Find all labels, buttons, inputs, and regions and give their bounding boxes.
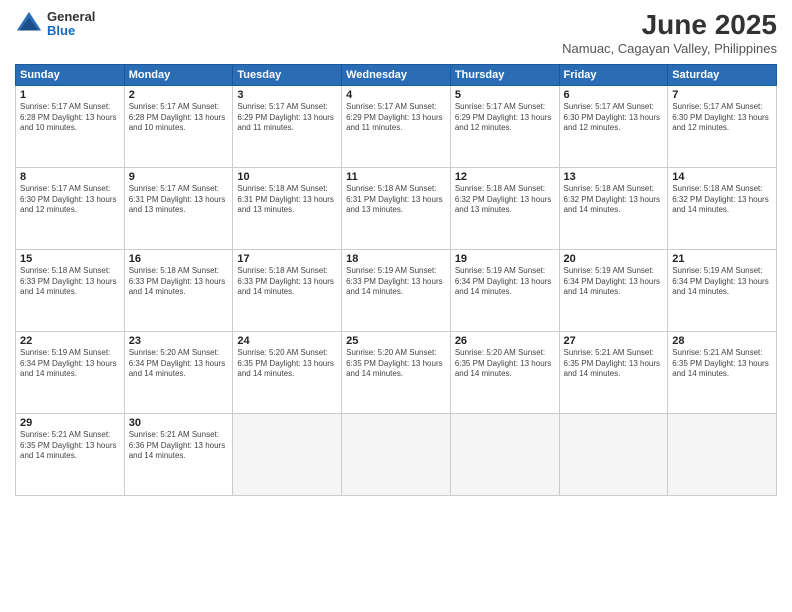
- table-row: 5Sunrise: 5:17 AM Sunset: 6:29 PM Daylig…: [450, 85, 559, 167]
- table-row: 7Sunrise: 5:17 AM Sunset: 6:30 PM Daylig…: [668, 85, 777, 167]
- header-wednesday: Wednesday: [342, 64, 451, 85]
- calendar-week-2: 15Sunrise: 5:18 AM Sunset: 6:33 PM Dayli…: [16, 249, 777, 331]
- table-row: 27Sunrise: 5:21 AM Sunset: 6:35 PM Dayli…: [559, 331, 668, 413]
- table-row: 29Sunrise: 5:21 AM Sunset: 6:35 PM Dayli…: [16, 413, 125, 495]
- table-row: [342, 413, 451, 495]
- table-row: 30Sunrise: 5:21 AM Sunset: 6:36 PM Dayli…: [124, 413, 233, 495]
- header-friday: Friday: [559, 64, 668, 85]
- header-saturday: Saturday: [668, 64, 777, 85]
- table-row: 20Sunrise: 5:19 AM Sunset: 6:34 PM Dayli…: [559, 249, 668, 331]
- table-row: 9Sunrise: 5:17 AM Sunset: 6:31 PM Daylig…: [124, 167, 233, 249]
- table-row: 15Sunrise: 5:18 AM Sunset: 6:33 PM Dayli…: [16, 249, 125, 331]
- table-row: 18Sunrise: 5:19 AM Sunset: 6:33 PM Dayli…: [342, 249, 451, 331]
- header-monday: Monday: [124, 64, 233, 85]
- table-row: 3Sunrise: 5:17 AM Sunset: 6:29 PM Daylig…: [233, 85, 342, 167]
- table-row: [450, 413, 559, 495]
- title-area: June 2025 Namuac, Cagayan Valley, Philip…: [562, 10, 777, 56]
- table-row: 17Sunrise: 5:18 AM Sunset: 6:33 PM Dayli…: [233, 249, 342, 331]
- header-tuesday: Tuesday: [233, 64, 342, 85]
- header-sunday: Sunday: [16, 64, 125, 85]
- calendar-week-0: 1Sunrise: 5:17 AM Sunset: 6:28 PM Daylig…: [16, 85, 777, 167]
- calendar-title: June 2025: [562, 10, 777, 41]
- logo-blue: Blue: [47, 24, 95, 38]
- calendar-week-4: 29Sunrise: 5:21 AM Sunset: 6:35 PM Dayli…: [16, 413, 777, 495]
- table-row: 8Sunrise: 5:17 AM Sunset: 6:30 PM Daylig…: [16, 167, 125, 249]
- table-row: 6Sunrise: 5:17 AM Sunset: 6:30 PM Daylig…: [559, 85, 668, 167]
- table-row: 14Sunrise: 5:18 AM Sunset: 6:32 PM Dayli…: [668, 167, 777, 249]
- logo-text: General Blue: [47, 10, 95, 39]
- table-row: 22Sunrise: 5:19 AM Sunset: 6:34 PM Dayli…: [16, 331, 125, 413]
- logo: General Blue: [15, 10, 95, 39]
- table-row: [233, 413, 342, 495]
- calendar-table: Sunday Monday Tuesday Wednesday Thursday…: [15, 64, 777, 496]
- table-row: 24Sunrise: 5:20 AM Sunset: 6:35 PM Dayli…: [233, 331, 342, 413]
- logo-general: General: [47, 10, 95, 24]
- calendar-week-1: 8Sunrise: 5:17 AM Sunset: 6:30 PM Daylig…: [16, 167, 777, 249]
- table-row: [668, 413, 777, 495]
- table-row: [559, 413, 668, 495]
- table-row: 10Sunrise: 5:18 AM Sunset: 6:31 PM Dayli…: [233, 167, 342, 249]
- calendar-header-row: Sunday Monday Tuesday Wednesday Thursday…: [16, 64, 777, 85]
- table-row: 13Sunrise: 5:18 AM Sunset: 6:32 PM Dayli…: [559, 167, 668, 249]
- table-row: 12Sunrise: 5:18 AM Sunset: 6:32 PM Dayli…: [450, 167, 559, 249]
- table-row: 21Sunrise: 5:19 AM Sunset: 6:34 PM Dayli…: [668, 249, 777, 331]
- header: General Blue June 2025 Namuac, Cagayan V…: [15, 10, 777, 56]
- table-row: 23Sunrise: 5:20 AM Sunset: 6:34 PM Dayli…: [124, 331, 233, 413]
- calendar-week-3: 22Sunrise: 5:19 AM Sunset: 6:34 PM Dayli…: [16, 331, 777, 413]
- table-row: 2Sunrise: 5:17 AM Sunset: 6:28 PM Daylig…: [124, 85, 233, 167]
- table-row: 28Sunrise: 5:21 AM Sunset: 6:35 PM Dayli…: [668, 331, 777, 413]
- logo-icon: [15, 10, 43, 38]
- table-row: 25Sunrise: 5:20 AM Sunset: 6:35 PM Dayli…: [342, 331, 451, 413]
- page: General Blue June 2025 Namuac, Cagayan V…: [0, 0, 792, 612]
- table-row: 4Sunrise: 5:17 AM Sunset: 6:29 PM Daylig…: [342, 85, 451, 167]
- table-row: 11Sunrise: 5:18 AM Sunset: 6:31 PM Dayli…: [342, 167, 451, 249]
- table-row: 16Sunrise: 5:18 AM Sunset: 6:33 PM Dayli…: [124, 249, 233, 331]
- table-row: 19Sunrise: 5:19 AM Sunset: 6:34 PM Dayli…: [450, 249, 559, 331]
- calendar-subtitle: Namuac, Cagayan Valley, Philippines: [562, 41, 777, 56]
- table-row: 1Sunrise: 5:17 AM Sunset: 6:28 PM Daylig…: [16, 85, 125, 167]
- table-row: 26Sunrise: 5:20 AM Sunset: 6:35 PM Dayli…: [450, 331, 559, 413]
- header-thursday: Thursday: [450, 64, 559, 85]
